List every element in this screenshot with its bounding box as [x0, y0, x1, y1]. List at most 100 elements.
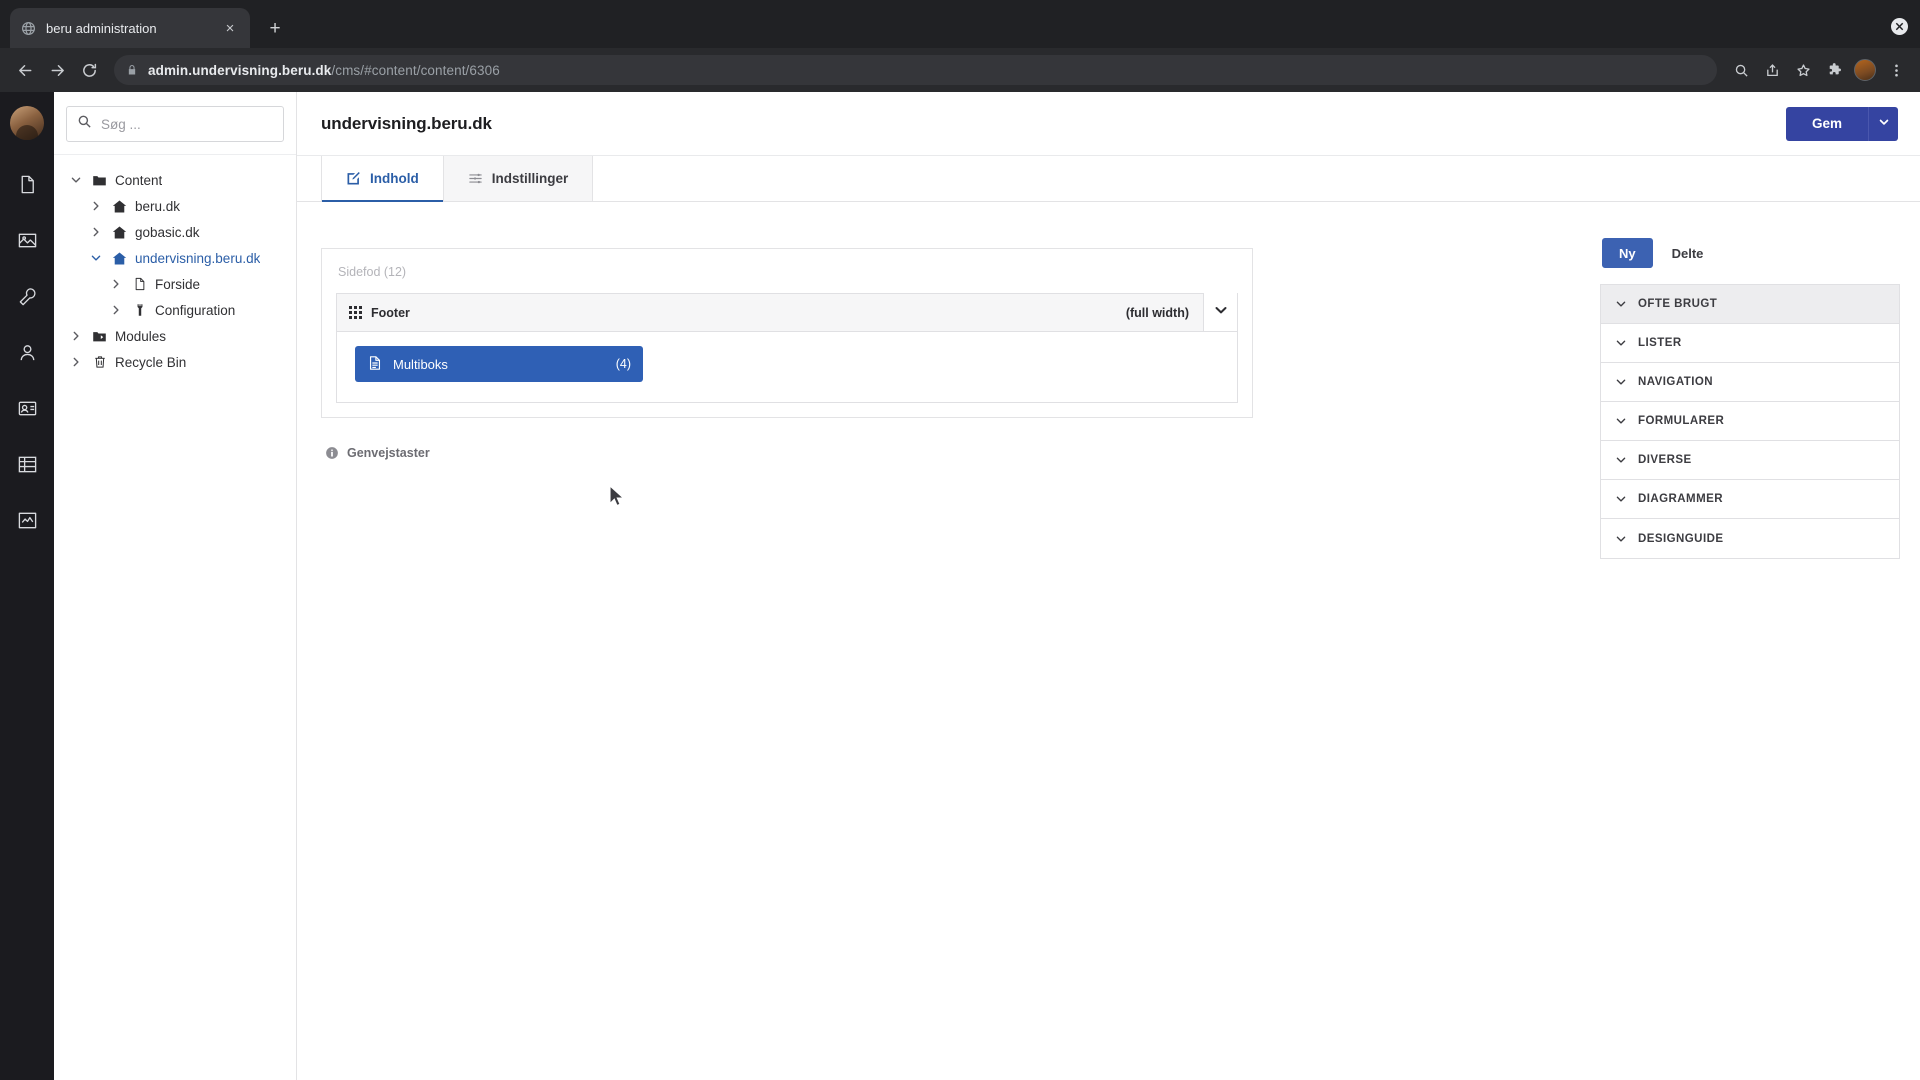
info-icon [325, 446, 339, 460]
widget-group-navigation[interactable]: NAVIGATION [1601, 363, 1899, 402]
grid-row-footer: Footer (full width) Multiboks (4) [336, 293, 1238, 403]
document-icon [131, 276, 148, 293]
header-actions: Gem [1785, 106, 1898, 141]
back-icon[interactable] [10, 55, 40, 85]
reload-icon[interactable] [74, 55, 104, 85]
new-tab-button[interactable]: + [260, 13, 290, 43]
profile-icon[interactable] [1851, 56, 1879, 84]
rail-item-media[interactable] [0, 212, 54, 268]
rail-item-users[interactable] [0, 324, 54, 380]
save-dropdown-button[interactable] [1868, 106, 1898, 141]
tree-item-modules[interactable]: Modules [54, 323, 296, 349]
address-bar[interactable]: admin.undervisning.beru.dk/cms/#content/… [114, 55, 1717, 85]
widget-group-diagrammer[interactable]: DIAGRAMMER [1601, 480, 1899, 519]
grid-dots-icon [349, 306, 362, 319]
rail-item-analytics[interactable] [0, 492, 54, 548]
share-icon[interactable] [1758, 56, 1786, 84]
widget-group-ofte-brugt[interactable]: OFTE BRUGT [1601, 285, 1899, 324]
tab-label: Indstillinger [491, 171, 569, 186]
library-toggle-delte[interactable]: Delte [1655, 238, 1721, 268]
lock-icon [126, 64, 138, 76]
tree-item-beru-dk[interactable]: beru.dk [54, 193, 296, 219]
grid-row-toggle-button[interactable] [1203, 293, 1237, 331]
chevron-right-icon[interactable] [68, 328, 84, 344]
settings-wrench-icon [17, 286, 38, 307]
trash-icon [91, 354, 108, 371]
widget-groups-accordion: OFTE BRUGT LISTER NAVIGATION FORMULARER DIVE… [1600, 284, 1900, 559]
tree-item-forside[interactable]: Forside [54, 271, 296, 297]
widget-group-label: DESIGNGUIDE [1638, 532, 1724, 545]
search-icon [77, 114, 92, 134]
save-button[interactable]: Gem [1785, 106, 1868, 141]
avatar [1854, 59, 1876, 81]
url-host: admin.undervisning.beru.dk [148, 62, 332, 78]
content-tree-panel: Content beru.dk gobasic.dk undervisning.ber… [54, 92, 297, 1080]
widget-group-label: OFTE BRUGT [1638, 298, 1718, 310]
chevron-down-icon [1615, 454, 1627, 466]
window-close-icon[interactable] [1891, 17, 1908, 35]
chevron-right-icon[interactable] [108, 276, 124, 292]
widget-multiboks[interactable]: Multiboks (4) [355, 346, 643, 382]
address-bar-text: admin.undervisning.beru.dk/cms/#content/… [148, 63, 500, 78]
chevron-right-icon[interactable] [68, 354, 84, 370]
extensions-icon[interactable] [1820, 56, 1848, 84]
forward-icon[interactable] [42, 55, 72, 85]
chevron-right-icon[interactable] [88, 224, 104, 240]
tab-indhold[interactable]: Indhold [321, 156, 444, 202]
tree-item-content[interactable]: Content [54, 167, 296, 193]
widget-label: Multiboks [393, 356, 448, 372]
tab-indstillinger[interactable]: Indstillinger [443, 156, 594, 201]
main-content: undervisning.beru.dk Gem Indhold Indstill… [297, 92, 1920, 1080]
wrench-icon [131, 302, 148, 319]
tree-item-label: beru.dk [135, 198, 181, 214]
cms-application: Content beru.dk gobasic.dk undervisning.ber… [0, 92, 1920, 1080]
tree-item-recycle-bin[interactable]: Recycle Bin [54, 349, 296, 375]
tree-item-undervisning-beru-dk[interactable]: undervisning.beru.dk [54, 245, 296, 271]
shortcuts-link[interactable]: Genvejstaster [321, 446, 1580, 460]
browser-tab[interactable]: beru administration × [10, 8, 250, 48]
widget-group-label: DIAGRAMMER [1638, 493, 1723, 505]
analytics-icon [17, 510, 38, 531]
close-icon[interactable]: × [220, 18, 240, 38]
rail-item-members[interactable] [0, 380, 54, 436]
shortcuts-label: Genvejstaster [347, 446, 430, 460]
content-tabs: Indhold Indstillinger [297, 156, 1920, 202]
grid-row-name: Footer [371, 305, 410, 320]
folder-icon [91, 172, 108, 189]
grid-editor-card: Sidefod (12) Footer (full width) Multibo… [321, 248, 1253, 418]
widget-group-label: DIVERSE [1638, 454, 1692, 466]
tree-item-gobasic-dk[interactable]: gobasic.dk [54, 219, 296, 245]
grid-area-title: Sidefod (12) [338, 265, 407, 279]
chevron-down-icon[interactable] [88, 250, 104, 266]
zoom-icon[interactable] [1727, 56, 1755, 84]
rail-item-content[interactable] [0, 156, 54, 212]
bookmark-icon[interactable] [1789, 56, 1817, 84]
tree-item-label: Forside [155, 276, 201, 292]
widget-group-formularer[interactable]: FORMULARER [1601, 402, 1899, 441]
search-box[interactable] [66, 106, 284, 142]
rail-item-forms[interactable] [0, 436, 54, 492]
widget-group-designguide[interactable]: DESIGNGUIDE [1601, 519, 1899, 558]
browser-window: beru administration × + admin.undervisni… [0, 0, 1920, 1080]
home-icon [111, 198, 128, 215]
forms-icon [17, 454, 38, 475]
section-rail [0, 92, 54, 1080]
widget-group-label: FORMULARER [1638, 415, 1725, 427]
chevron-down-icon[interactable] [68, 172, 84, 188]
chevron-right-icon[interactable] [108, 302, 124, 318]
widget-group-lister[interactable]: LISTER [1601, 324, 1899, 363]
content-tree: Content beru.dk gobasic.dk undervisning.ber… [54, 155, 296, 375]
tree-item-label: Configuration [155, 302, 236, 318]
menu-icon[interactable] [1882, 56, 1910, 84]
widget-group-diverse[interactable]: DIVERSE [1601, 441, 1899, 480]
library-toggle-ny[interactable]: Ny [1602, 238, 1653, 268]
user-avatar[interactable] [10, 106, 44, 140]
toolbar-icons [1727, 56, 1910, 84]
browser-tabstrip: beru administration × + [0, 0, 1920, 48]
search-input[interactable] [101, 116, 273, 132]
chevron-right-icon[interactable] [88, 198, 104, 214]
tree-item-configuration[interactable]: Configuration [54, 297, 296, 323]
tree-item-label: Modules [115, 328, 167, 344]
grid-row-header[interactable]: Footer (full width) [337, 293, 1237, 332]
rail-item-settings[interactable] [0, 268, 54, 324]
